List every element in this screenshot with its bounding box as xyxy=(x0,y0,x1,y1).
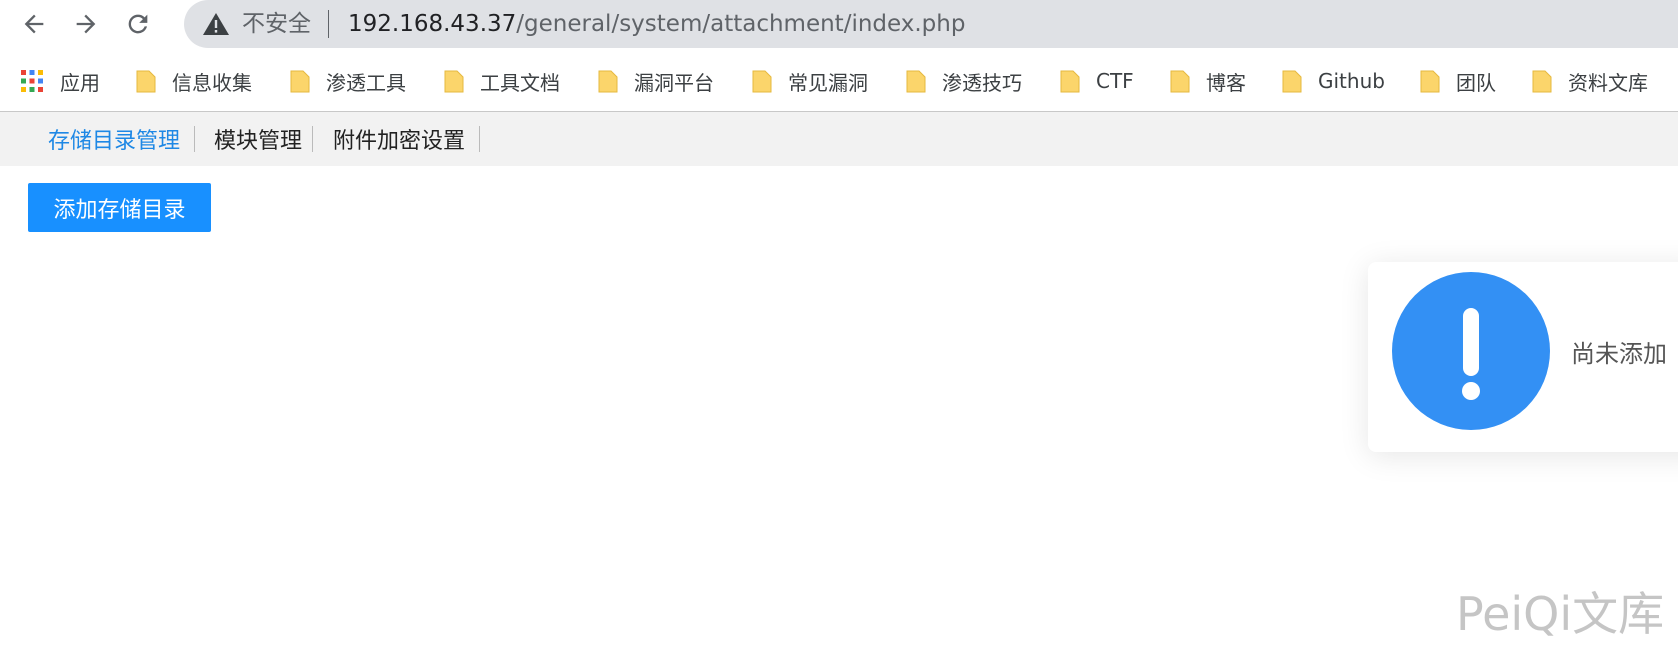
forward-button[interactable] xyxy=(66,4,106,44)
bookmark-apps[interactable]: 应用 xyxy=(20,58,100,104)
tab-divider xyxy=(194,126,195,152)
bookmark-label: 团队 xyxy=(1456,70,1496,95)
bookmark-label: 信息收集 xyxy=(172,70,252,95)
bookmark-label: 资料文库 xyxy=(1568,70,1648,95)
folder-icon xyxy=(444,70,464,93)
bookmark-label: 漏洞平台 xyxy=(634,70,714,95)
arrow-left-icon xyxy=(24,14,44,34)
address-divider xyxy=(328,10,329,38)
bookmark-folder[interactable]: 漏洞平台 xyxy=(598,58,714,104)
bookmark-folder[interactable]: 资料文库 xyxy=(1532,58,1648,104)
bookmark-folder[interactable]: 团队 xyxy=(1420,58,1496,104)
apps-grid-icon xyxy=(21,70,43,92)
browser-toolbar: 不安全 192.168.43.37/general/system/attachm… xyxy=(0,0,1678,48)
bookmark-label: 工具文档 xyxy=(480,70,560,95)
reload-icon xyxy=(128,14,148,34)
exclamation-bar xyxy=(1463,308,1479,376)
folder-icon xyxy=(290,70,310,93)
url-path: /general/system/attachment/index.php xyxy=(516,11,966,37)
reload-button[interactable] xyxy=(118,4,158,44)
empty-notice-text: 尚未添加 xyxy=(1571,340,1667,368)
folder-icon xyxy=(906,70,926,93)
arrow-right-icon xyxy=(76,14,96,34)
back-button[interactable] xyxy=(14,4,54,44)
bookmark-folder[interactable]: CTF xyxy=(1060,58,1134,104)
folder-icon xyxy=(1170,70,1190,93)
bookmark-folder[interactable]: 常见漏洞 xyxy=(752,58,868,104)
bookmark-label: 应用 xyxy=(60,70,100,95)
folder-icon xyxy=(598,70,618,93)
tab-attachment-encryption[interactable]: 附件加密设置 xyxy=(333,112,465,166)
bookmark-folder[interactable]: 工具文档 xyxy=(444,58,560,104)
bookmarks-bar: 应用 信息收集 渗透工具 工具文档 漏洞平台 常见漏洞 渗透技巧 CTF 博客 … xyxy=(0,58,1678,104)
bookmark-label: CTF xyxy=(1096,69,1134,93)
tab-divider xyxy=(312,126,313,152)
address-bar[interactable]: 不安全 192.168.43.37/general/system/attachm… xyxy=(184,0,1678,48)
bookmark-label: 渗透工具 xyxy=(326,70,406,95)
folder-icon xyxy=(1420,70,1440,93)
bookmark-label: 博客 xyxy=(1206,70,1246,95)
bookmark-folder[interactable]: 博客 xyxy=(1170,58,1246,104)
bookmark-folder[interactable]: 渗透工具 xyxy=(290,58,406,104)
folder-icon xyxy=(1282,70,1302,93)
add-storage-directory-button[interactable]: 添加存储目录 xyxy=(28,183,211,232)
watermark: PeiQi文库 xyxy=(1456,587,1665,641)
address-url[interactable]: 192.168.43.37/general/system/attachment/… xyxy=(348,8,965,40)
bookmark-folder[interactable]: Github xyxy=(1282,58,1385,104)
bookmark-label: Github xyxy=(1318,69,1385,93)
folder-icon xyxy=(1060,70,1080,93)
exclamation-circle-icon xyxy=(1392,272,1550,430)
security-status-label[interactable]: 不安全 xyxy=(242,8,311,40)
bookmark-folder[interactable]: 渗透技巧 xyxy=(906,58,1022,104)
bookmark-folder[interactable]: 信息收集 xyxy=(136,58,252,104)
tab-storage-directory[interactable]: 存储目录管理 xyxy=(48,112,180,166)
tab-module-management[interactable]: 模块管理 xyxy=(214,112,302,166)
bookmark-label: 渗透技巧 xyxy=(942,70,1022,95)
folder-icon xyxy=(136,70,156,93)
tab-divider xyxy=(479,126,480,152)
exclamation-dot xyxy=(1462,382,1480,400)
folder-icon xyxy=(752,70,772,93)
warning-triangle-icon xyxy=(203,13,229,35)
url-host: 192.168.43.37 xyxy=(348,11,517,37)
bookmark-label: 常见漏洞 xyxy=(788,70,868,95)
module-tab-bar: 存储目录管理 模块管理 附件加密设置 xyxy=(0,112,1678,166)
folder-icon xyxy=(1532,70,1552,93)
